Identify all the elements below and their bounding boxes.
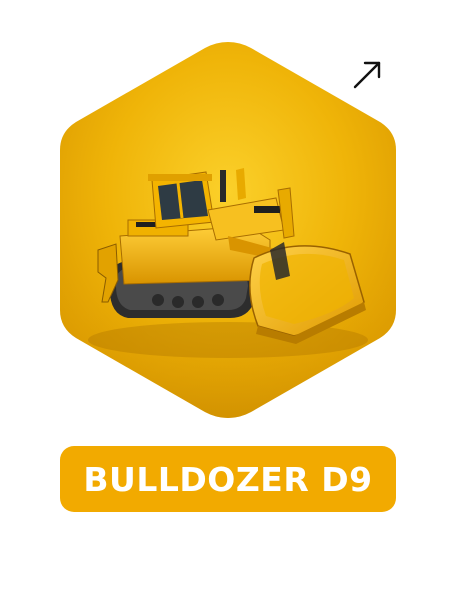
product-title-badge: BULLDOZER D9	[60, 446, 396, 512]
product-card[interactable]: BULLDOZER D9	[0, 0, 456, 608]
product-title: BULLDOZER D9	[83, 459, 373, 499]
open-details-button[interactable]	[344, 52, 390, 98]
arrow-up-right-icon	[353, 61, 381, 89]
